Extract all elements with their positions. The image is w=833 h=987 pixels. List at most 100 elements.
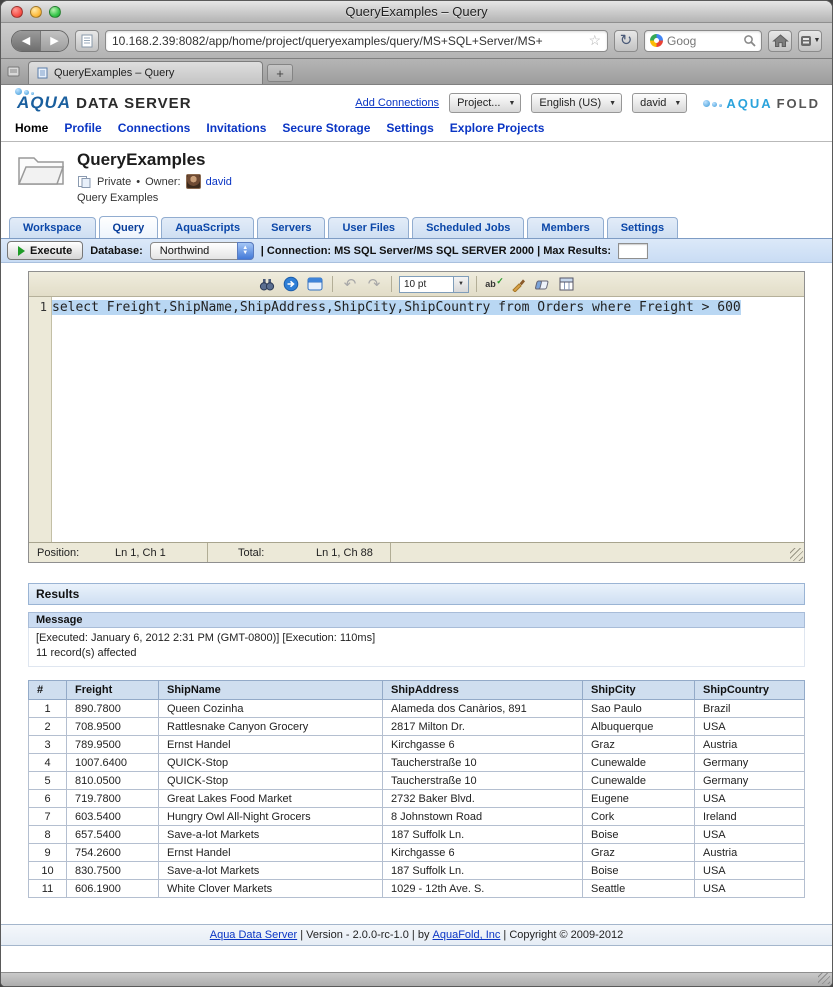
tab-query[interactable]: Query xyxy=(98,216,159,238)
site-identity-button[interactable] xyxy=(75,29,99,52)
table-row[interactable]: 8 657.5400 Save-a-lot Markets 187 Suffolk L… xyxy=(28,825,805,844)
project-select[interactable]: Project... ▼ xyxy=(449,93,522,113)
google-logo-icon xyxy=(650,34,663,47)
tab-user-files[interactable]: User Files xyxy=(328,217,410,238)
table-cell: White Clover Markets xyxy=(158,879,383,898)
save-button[interactable] xyxy=(556,274,576,294)
nav-item-secure-storage[interactable]: Secure Storage xyxy=(282,121,370,135)
tab-strip: QueryExamples – Query + xyxy=(1,59,832,85)
table-cell: 2817 Milton Dr. xyxy=(382,717,583,736)
table-row[interactable]: 3 789.9500 Ernst Handel Kirchgasse 6 Graz Aus… xyxy=(28,735,805,754)
font-size-value: 10 pt xyxy=(404,278,427,290)
tab-list-icon[interactable] xyxy=(7,65,20,78)
window-resize-grip[interactable] xyxy=(818,972,830,984)
undo-button[interactable]: ↶ xyxy=(340,274,360,294)
bubbles-icon xyxy=(15,88,34,95)
font-size-select[interactable]: 10 pt ▼ xyxy=(399,275,469,293)
nav-item-connections[interactable]: Connections xyxy=(118,121,191,135)
back-button[interactable]: ◀ xyxy=(12,30,40,51)
bookmark-star-icon[interactable]: ☆ xyxy=(588,32,601,49)
home-button[interactable] xyxy=(768,29,792,52)
table-cell: 2732 Baker Blvd. xyxy=(382,789,583,808)
panel-button[interactable] xyxy=(305,274,325,294)
column-header-num[interactable]: # xyxy=(28,680,67,700)
table-cell: Brazil xyxy=(694,699,805,718)
code-body[interactable]: select Freight,ShipName,ShipAddress,Ship… xyxy=(52,297,804,542)
table-row[interactable]: 1 890.7800 Queen Cozinha Alameda dos Canàri… xyxy=(28,699,805,718)
footer-text: | Version - 2.0.0-rc-1.0 | by xyxy=(297,929,433,941)
column-header-shipaddress[interactable]: ShipAddress xyxy=(382,680,583,700)
clear-button[interactable] xyxy=(532,274,552,294)
close-window-button[interactable] xyxy=(11,6,23,18)
tab-aquascripts[interactable]: AquaScripts xyxy=(161,217,255,238)
reload-button[interactable]: ↻ xyxy=(614,29,638,52)
column-header-freight[interactable]: Freight xyxy=(66,680,159,700)
table-row[interactable]: 4 1007.6400 QUICK-Stop Taucherstraße 10 Cune… xyxy=(28,753,805,772)
table-row[interactable]: 7 603.5400 Hungry Owl All-Night Grocers 8 J… xyxy=(28,807,805,826)
brand-aqua-text: AQUA xyxy=(726,95,773,111)
database-select[interactable]: Northwind ▲ ▼ xyxy=(149,241,254,260)
tab-settings[interactable]: Settings xyxy=(606,217,679,238)
table-cell: Cunewalde xyxy=(582,753,695,772)
toolbar-separator xyxy=(476,276,477,292)
nav-item-settings[interactable]: Settings xyxy=(386,121,433,135)
resize-grip[interactable] xyxy=(790,548,803,561)
column-header-shipname[interactable]: ShipName xyxy=(158,680,383,700)
aquafold-link[interactable]: AquaFold, Inc xyxy=(433,929,501,941)
owner-avatar xyxy=(185,174,201,189)
zoom-window-button[interactable] xyxy=(49,6,61,18)
language-select[interactable]: English (US) ▼ xyxy=(531,93,623,113)
redo-button[interactable]: ↷ xyxy=(364,274,384,294)
add-connections-link[interactable]: Add Connections xyxy=(355,97,439,109)
toolbar-extra-button[interactable]: ▼ xyxy=(798,29,822,52)
tab-servers[interactable]: Servers xyxy=(257,217,326,238)
table-cell: 754.2600 xyxy=(66,843,159,862)
results-title: Results xyxy=(28,583,805,605)
tab-members[interactable]: Members xyxy=(527,217,604,238)
max-results-input[interactable] xyxy=(618,242,649,259)
table-cell: 830.7500 xyxy=(66,861,159,880)
spellcheck-button[interactable]: ab ✓ xyxy=(484,274,504,294)
new-tab-button[interactable]: + xyxy=(267,64,293,82)
table-cell: Ernst Handel xyxy=(158,843,383,862)
panel-icon xyxy=(307,277,323,291)
project-tabs: Workspace Query AquaScripts Servers User Fil… xyxy=(1,210,832,239)
browser-tab[interactable]: QueryExamples – Query xyxy=(28,61,263,84)
url-bar[interactable]: 10.168.2.39:8082/app/home/project/querye… xyxy=(105,29,608,52)
table-row[interactable]: 10 830.7500 Save-a-lot Markets 187 Suffolk … xyxy=(28,861,805,880)
aqua-data-server-link[interactable]: Aqua Data Server xyxy=(210,929,297,941)
nav-item-invitations[interactable]: Invitations xyxy=(206,121,266,135)
nav-item-explore-projects[interactable]: Explore Projects xyxy=(450,121,545,135)
minimize-window-button[interactable] xyxy=(30,6,42,18)
column-header-shipcountry[interactable]: ShipCountry xyxy=(694,680,805,700)
table-row[interactable]: 6 719.7800 Great Lakes Food Market 2732 Bak… xyxy=(28,789,805,808)
table-cell: USA xyxy=(694,789,805,808)
search-box[interactable]: Goog xyxy=(644,29,762,52)
format-button[interactable] xyxy=(508,274,528,294)
user-select[interactable]: david ▼ xyxy=(632,93,688,113)
column-header-shipcity[interactable]: ShipCity xyxy=(582,680,695,700)
goto-button[interactable] xyxy=(281,274,301,294)
nav-item-profile[interactable]: Profile xyxy=(64,121,101,135)
table-row[interactable]: 2 708.9500 Rattlesnake Canyon Grocery 2817 … xyxy=(28,717,805,736)
find-binoculars-icon xyxy=(259,279,275,291)
search-input[interactable]: Goog xyxy=(667,34,739,48)
find-button[interactable] xyxy=(257,274,277,294)
results-tbody: 1 890.7800 Queen Cozinha Alameda dos Canàri… xyxy=(28,699,805,898)
chevron-down-icon: ▼ xyxy=(609,99,617,107)
table-row[interactable]: 5 810.0500 QUICK-Stop Taucherstraße 10 Cunew… xyxy=(28,771,805,790)
code-area[interactable]: 1 select Freight,ShipName,ShipAddress,Sh… xyxy=(29,297,804,542)
table-cell: 8 Johnstown Road xyxy=(382,807,583,826)
forward-button[interactable]: ▶ xyxy=(40,30,68,51)
nav-item-home[interactable]: Home xyxy=(15,121,48,135)
table-cell: Ireland xyxy=(694,807,805,826)
tab-workspace[interactable]: Workspace xyxy=(9,217,96,238)
spellcheck-icon: ab ✓ xyxy=(485,276,504,289)
owner-link[interactable]: david xyxy=(206,176,232,188)
sql-text[interactable]: select Freight,ShipName,ShipAddress,Ship… xyxy=(52,300,741,315)
execute-button[interactable]: Execute xyxy=(7,241,84,260)
table-cell: QUICK-Stop xyxy=(158,771,383,790)
table-row[interactable]: 11 606.1900 White Clover Markets 1029 - 12t… xyxy=(28,879,805,898)
table-row[interactable]: 9 754.2600 Ernst Handel Kirchgasse 6 Graz Aus… xyxy=(28,843,805,862)
tab-scheduled-jobs[interactable]: Scheduled Jobs xyxy=(412,217,525,238)
